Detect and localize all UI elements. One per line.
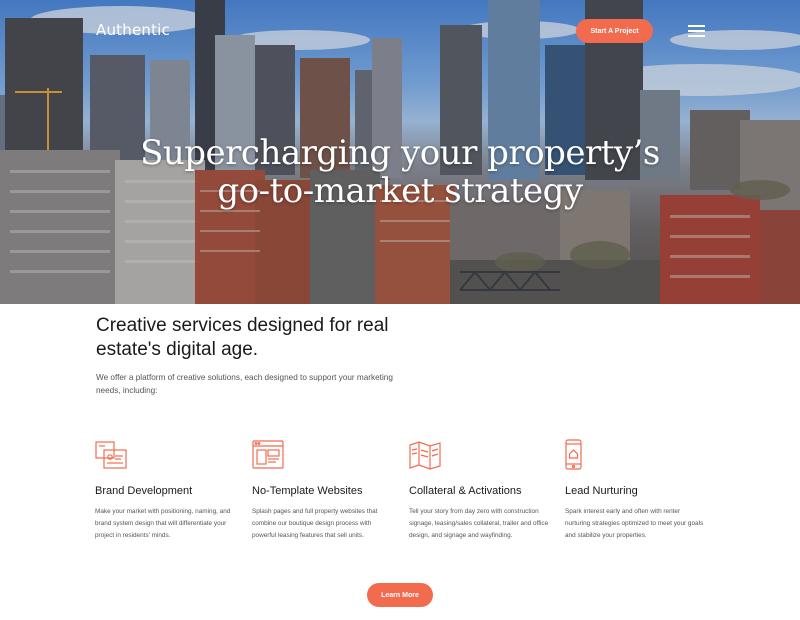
learn-more-button[interactable]: Learn More [367,583,433,607]
hero-headline: Supercharging your property’s go-to-mark… [120,134,680,210]
service-title: Collateral & Activations [409,485,522,497]
intro-text: We offer a platform of creative solution… [96,373,393,395]
service-description: Spark interest early and often with rent… [565,508,704,539]
service-lead-nurturing: Lead Nurturing Spark interest early and … [565,439,705,542]
service-title: Lead Nurturing [565,485,638,497]
website-browser-icon [252,440,284,469]
brand-id-card-icon [95,441,127,469]
service-no-template-websites: No-Template Websites Splash pages and fu… [252,439,392,542]
service-brand-development: Brand Development Make your market with … [95,439,235,542]
menu-icon-bar [688,25,705,27]
menu-icon[interactable] [688,24,705,38]
hero-headline-line2: go-to-market strategy [217,171,583,211]
service-description: Make your market with positioning, namin… [95,508,231,539]
service-description: Splash pages and full property websites … [252,508,378,539]
start-project-button[interactable]: Start A Project [576,19,653,43]
service-title: No-Template Websites [252,485,363,497]
hero-section: Authentic Start A Project Supercharging … [0,0,800,304]
section-title: Creative services designed for real esta… [96,315,389,360]
service-description: Tell your story from day zero with const… [409,508,549,539]
menu-icon-bar [688,35,705,37]
service-collateral-activations: Collateral & Activations Tell your story… [409,439,549,542]
site-logo[interactable]: Authentic [96,21,170,39]
menu-icon-bar [688,30,705,32]
folded-map-icon [409,441,441,470]
service-title: Brand Development [95,485,193,497]
mobile-phone-home-icon [565,439,582,470]
hero-headline-line1: Supercharging your property’s [140,133,660,173]
